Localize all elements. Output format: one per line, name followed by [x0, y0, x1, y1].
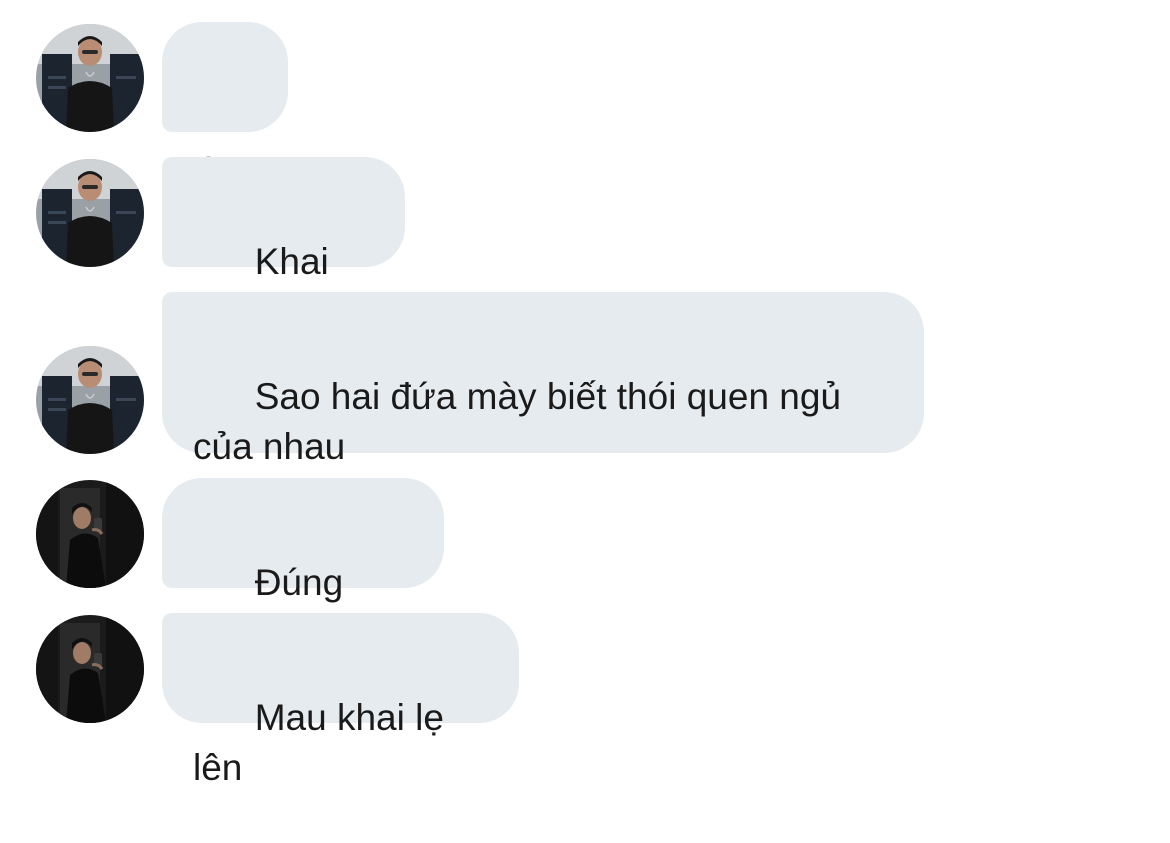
message-bubble[interactable]: Á à — [162, 22, 288, 197]
avatar[interactable] — [36, 24, 144, 132]
message-row: Á à — [0, 22, 1170, 197]
avatar[interactable] — [36, 159, 144, 267]
message-bubble[interactable]: Đúng đúng — [162, 478, 444, 653]
message-text: Sao hai đứa mày biết thói quen ngủ của n… — [193, 376, 842, 467]
chat-thread: Á à Khai mau — [0, 0, 1170, 788]
avatar[interactable] — [36, 480, 144, 588]
avatar-photo-icon — [36, 346, 144, 454]
message-row: Mau khai lẹ lên — [0, 613, 1170, 788]
avatar-photo-icon — [36, 615, 144, 723]
avatar-photo-icon — [36, 24, 144, 132]
message-bubble[interactable]: Mau khai lẹ lên — [162, 613, 519, 788]
message-row: Đúng đúng — [0, 478, 1170, 653]
avatar[interactable] — [36, 346, 144, 454]
avatar[interactable] — [36, 615, 144, 723]
message-bubble[interactable]: Khai mau — [162, 157, 405, 332]
avatar-photo-icon — [36, 480, 144, 588]
message-row: Khai mau — [0, 157, 1170, 332]
message-text: Mau khai lẹ lên — [193, 697, 455, 788]
message-row: Sao hai đứa mày biết thói quen ngủ của n… — [0, 292, 1170, 467]
message-bubble[interactable]: Sao hai đứa mày biết thói quen ngủ của n… — [162, 292, 924, 467]
avatar-photo-icon — [36, 159, 144, 267]
